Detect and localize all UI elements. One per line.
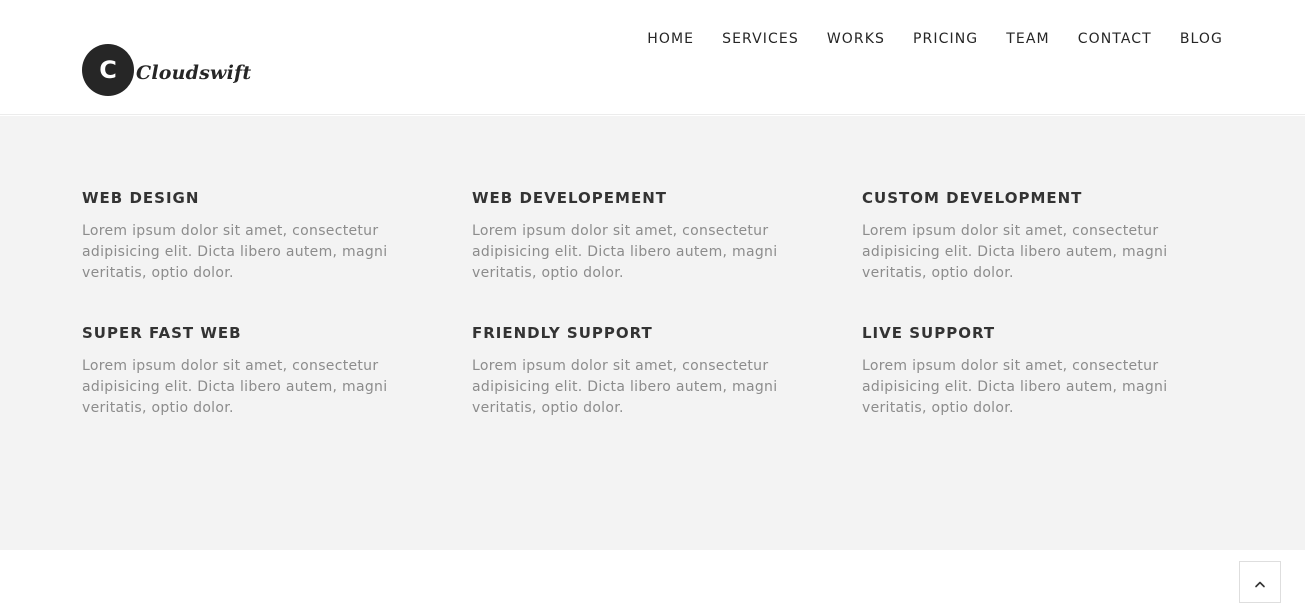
back-to-top-button[interactable] [1239,561,1281,603]
site-header: C Cloudswift HOME SERVICES WORKS PRICING… [0,0,1305,115]
nav-item-blog[interactable]: BLOG [1180,30,1223,48]
service-description: Lorem ipsum dolor sit amet, consectetur … [82,223,388,281]
nav-item-home[interactable]: HOME [647,30,694,48]
service-title: FRIENDLY SUPPORT [472,324,653,342]
service-item: WEB DESIGN Lorem ipsum dolor sit amet, c… [82,188,402,284]
service-description: Lorem ipsum dolor sit amet, consectetur … [472,223,778,281]
service-item: WEB DEVELOPEMENT Lorem ipsum dolor sit a… [472,188,792,284]
nav-item-services[interactable]: SERVICES [722,30,799,48]
service-title: CUSTOM DEVELOPMENT [862,189,1083,207]
main-nav: HOME SERVICES WORKS PRICING TEAM CONTACT… [619,30,1223,48]
logo-mark: C [82,44,134,96]
service-description: Lorem ipsum dolor sit amet, consectetur … [82,358,388,416]
brand-logo[interactable]: C Cloudswift [82,44,251,96]
services-section: WEB DESIGN Lorem ipsum dolor sit amet, c… [0,116,1305,550]
service-title: WEB DEVELOPEMENT [472,189,667,207]
nav-item-works[interactable]: WORKS [827,30,885,48]
next-section [0,550,1305,612]
service-description: Lorem ipsum dolor sit amet, consectetur … [862,223,1168,281]
service-item: CUSTOM DEVELOPMENT Lorem ipsum dolor sit… [862,188,1182,284]
service-title: LIVE SUPPORT [862,324,996,342]
service-description: Lorem ipsum dolor sit amet, consectetur … [862,358,1168,416]
nav-item-contact[interactable]: CONTACT [1078,30,1152,48]
logo-letter: C [99,56,117,84]
nav-item-pricing[interactable]: PRICING [913,30,978,48]
service-item: SUPER FAST WEB Lorem ipsum dolor sit ame… [82,323,402,419]
logo-wordmark: Cloudswift [136,62,252,84]
service-title: SUPER FAST WEB [82,324,242,342]
service-title: WEB DESIGN [82,189,200,207]
nav-item-team[interactable]: TEAM [1006,30,1049,48]
service-item: FRIENDLY SUPPORT Lorem ipsum dolor sit a… [472,323,792,419]
service-item: LIVE SUPPORT Lorem ipsum dolor sit amet,… [862,323,1182,419]
service-description: Lorem ipsum dolor sit amet, consectetur … [472,358,778,416]
chevron-up-icon [1254,573,1266,592]
